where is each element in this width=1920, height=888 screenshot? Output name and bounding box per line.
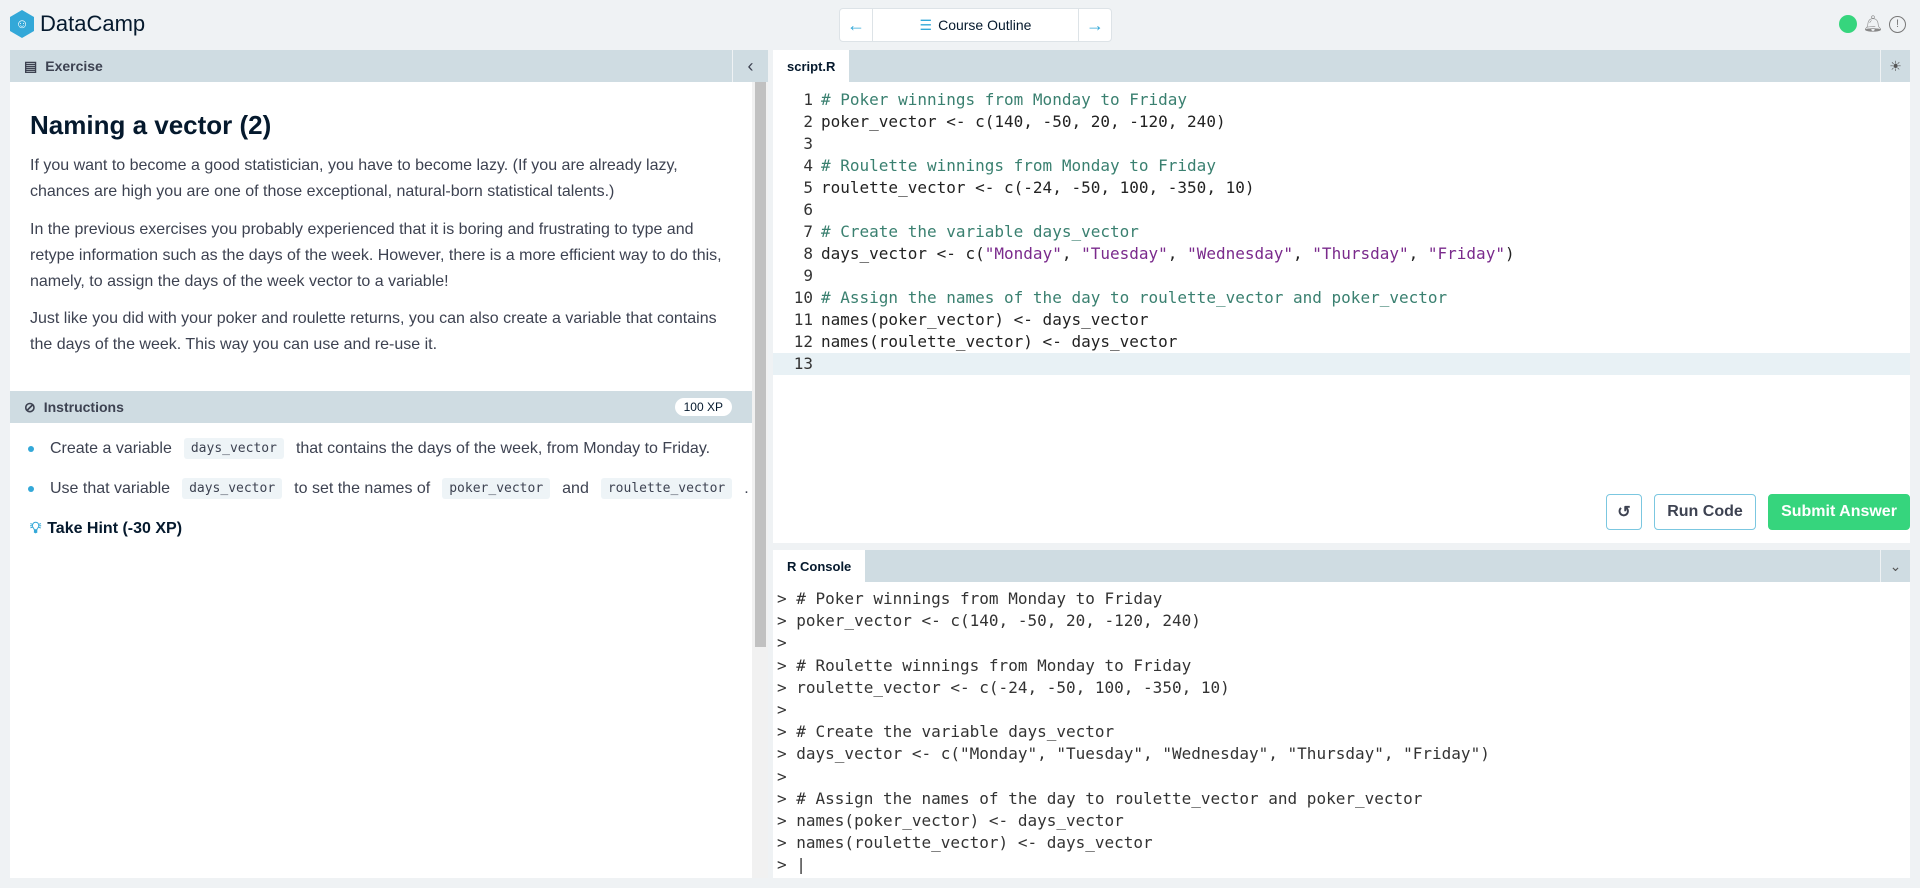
code-editor[interactable]: 1 # Poker winnings from Monday to Friday 2… [773,82,1910,375]
line-number: 9 [803,266,813,285]
logo[interactable]: ☺ DataCamp [10,10,145,38]
bell-icon[interactable]: 🔔︎ [1863,14,1883,34]
instruction-item: Create a variable days_vector that contain… [28,438,710,459]
line-number: 13 [793,354,813,373]
console-line: > | [777,855,806,875]
console-line: > poker_vector <- c(140, -50, 20, -120, … [777,611,1201,631]
reset-icon: ↺ [1617,504,1631,521]
exercise-header: ▤ Exercise [10,50,768,82]
tab-script[interactable]: script.R [773,50,850,82]
code-line: 5 roulette_vector <- c(-24, -50, 100, -35… [773,177,1910,199]
instructions-header: ⊘ Instructions 100 XP [10,391,752,423]
check-circle-icon: ⊘ [24,398,36,415]
console-line: > names(roulette_vector) <- days_vector [777,833,1153,853]
scrollbar-thumb[interactable] [755,82,766,647]
course-outline-label: Course Outline [938,17,1032,33]
line-number: 4 [803,156,813,175]
instruction-item: Use that variable days_vector to set the n… [28,478,749,499]
submit-answer-button[interactable]: Submit Answer [1768,494,1910,530]
status-indicator [1838,15,1857,33]
code-text: names(roulette_vector) <- days_vector [821,332,1178,351]
code-line: 1 # Poker winnings from Monday to Friday [773,89,1910,111]
console-line: > # Poker winnings from Monday to Friday [777,589,1163,608]
console-line: > roulette_vector <- c(-24, -50, 100, -3… [777,677,1230,697]
code-line: 9 [773,265,1910,287]
code-line: 13 [773,353,1910,375]
collapse-panel-button[interactable]: ‹ [732,50,768,82]
next-exercise-button[interactable]: → [1079,9,1111,41]
line-number: 1 [803,90,813,109]
reset-button[interactable]: ↺ [1606,494,1642,530]
course-outline-button[interactable]: ☰ Course Outline [872,9,1079,41]
code-text: names(poker_vector) <- days_vector [821,310,1149,329]
code-line: 10 # Assign the names of the day to roule… [773,287,1910,309]
xp-badge: 100 XP [674,398,732,416]
console-line: > # Assign the names of the day to roule… [777,788,1423,808]
console-line: > # Roulette winnings from Monday to Fri… [777,655,1192,675]
run-code-button[interactable]: Run Code [1654,494,1756,530]
line-number: 2 [803,112,813,131]
line-number: 10 [793,288,813,307]
code-line: 11 names(poker_vector) <- days_vector [773,309,1910,331]
paragraph: If you want to become a good statisticia… [30,157,678,200]
code-line: 7 # Create the variable days_vector [773,221,1910,243]
code-text: roulette_vector <- c(-24, -50, 100, -350… [821,178,1255,197]
theme-toggle-icon[interactable]: ☀ [1880,50,1910,82]
code-line: 4 # Roulette winnings from Monday to Frid… [773,155,1910,177]
code-text: # Create the variable days_vector [821,222,1139,241]
line-number: 7 [803,222,813,241]
console-line: > # Create the variable days_vector [777,722,1115,742]
console-line: > [777,633,787,653]
take-hint-button[interactable]: 💡︎ Take Hint (-30 XP) [30,520,182,538]
code-text: poker_vector <- c(140, -50, 20, -120, 24… [821,112,1226,131]
datacamp-logo-icon: ☺ [10,10,34,38]
exercise-title: Naming a vector (2) [30,110,272,140]
console-line: > names(poker_vector) <- days_vector [777,810,1124,830]
code-line: 3 [773,133,1910,155]
console-line: > days_vector <- c("Monday", "Tuesday", … [777,744,1490,764]
code-line: 8 days_vector <- c("Monday", "Tuesday", "… [773,243,1910,265]
document-icon: ▤ [24,57,38,74]
code-text: # Assign the names of the day to roulett… [821,288,1448,307]
line-number: 6 [803,200,813,219]
code-text: days_vector <- c("Monday", "Tuesday", "W… [821,244,1515,263]
code-line: 2 poker_vector <- c(140, -50, 20, -120, 2… [773,111,1910,133]
course-nav: ← ☰ Course Outline → [839,8,1112,42]
line-number: 11 [793,310,813,329]
editor-panel: script.R ☀ 1 # Poker winnings from Monday … [773,50,1910,543]
code-line: 6 [773,199,1910,221]
line-number: 3 [803,134,813,153]
menu-icon: ☰ [919,16,933,33]
line-number: 5 [803,178,813,197]
paragraph: In the previous exercises you probably e… [30,221,722,290]
code-text: # Poker winnings from Monday to Friday [821,90,1188,109]
r-console[interactable]: R Console ⌄ > # Poker winnings from Monda… [773,550,1910,878]
console-line: > [777,699,787,719]
console-line: > [777,766,787,786]
line-number: 12 [793,332,813,351]
code-text: # Roulette winnings from Monday to Frida… [821,156,1216,175]
tab-r-console[interactable]: R Console [773,550,866,582]
exercise-header-label: Exercise [45,58,103,74]
code-line: 12 names(roulette_vector) <- days_vector [773,331,1910,353]
chevron-down-icon[interactable]: ⌄ [1880,550,1910,582]
line-number: 8 [803,244,813,263]
instructions-label: Instructions [43,399,124,415]
prev-exercise-button[interactable]: ← [840,9,872,41]
info-icon[interactable]: ! [1889,15,1906,33]
app-name: DataCamp [40,11,146,36]
paragraph: Just like you did with your poker and ro… [30,310,717,353]
lightbulb-icon: 💡︎ [30,520,42,537]
